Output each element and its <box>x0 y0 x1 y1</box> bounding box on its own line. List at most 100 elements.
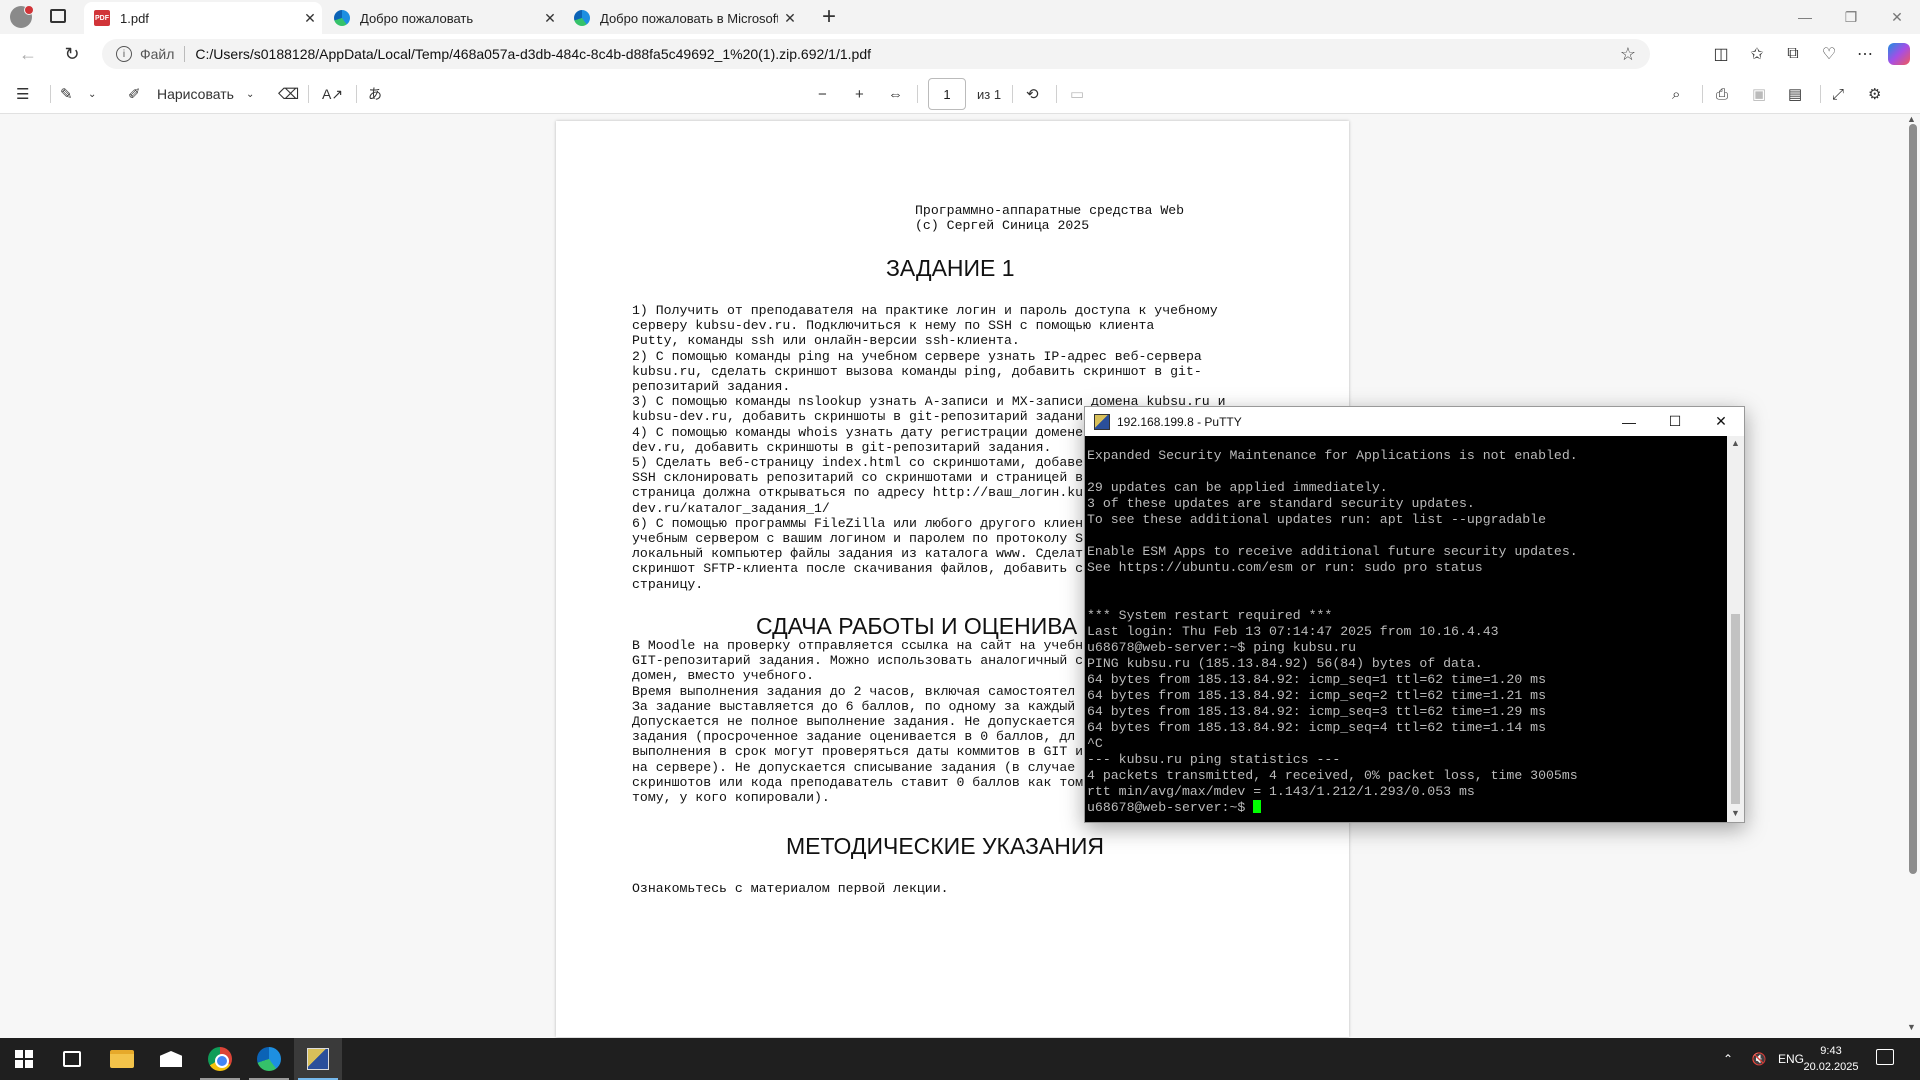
browser-essentials-icon[interactable]: ♡ <box>1816 39 1842 69</box>
scroll-down-icon[interactable]: ▼ <box>1731 808 1740 818</box>
minimize-icon[interactable]: — <box>1782 0 1828 34</box>
terminal-prompt: u68678@web-server:~$ <box>1087 800 1254 815</box>
terminal-line: --- kubsu.ru ping statistics --- <box>1087 752 1341 767</box>
tab-actions-icon[interactable] <box>50 9 66 23</box>
tab-welcome-edge[interactable]: Добро пожаловать в Microsoft E ✕ <box>564 2 802 34</box>
maximize-icon[interactable]: ☐ <box>1652 407 1698 436</box>
doc-text-line: скриншотов или кода преподаватель ставит… <box>632 774 1084 790</box>
doc-text-line: kubsu.ru, сделать скриншот вызова команд… <box>632 363 1202 379</box>
settings-gear-icon[interactable]: ⚙ <box>1868 82 1881 106</box>
doc-text-line: 6) С помощью программы FileZilla или люб… <box>632 515 1084 531</box>
favorite-star-icon[interactable]: ☆ <box>1620 44 1636 65</box>
edge-button[interactable] <box>245 1038 293 1080</box>
file-explorer-button[interactable] <box>98 1038 146 1080</box>
zoom-in-icon[interactable]: + <box>855 82 864 106</box>
doc-text-line: скриншот SFTP-клиента после скачивания ф… <box>632 561 1084 577</box>
scrollbar-thumb[interactable] <box>1731 614 1740 804</box>
terminal-line: rtt min/avg/max/mdev = 1.143/1.212/1.293… <box>1087 784 1475 799</box>
contents-icon[interactable]: ☰ <box>16 82 29 106</box>
eraser-icon[interactable]: ⌫ <box>278 82 299 106</box>
scroll-up-icon[interactable]: ▲ <box>1907 114 1916 124</box>
tab-welcome[interactable]: Добро пожаловать ✕ <box>324 2 562 34</box>
toolbar-divider <box>1820 85 1821 103</box>
start-button[interactable] <box>0 1038 48 1080</box>
split-screen-icon[interactable]: ◫ <box>1708 39 1734 69</box>
copilot-icon[interactable] <box>1888 43 1910 65</box>
terminal-line: 64 bytes from 185.13.84.92: icmp_seq=1 t… <box>1087 672 1546 687</box>
new-tab-button[interactable]: + <box>815 3 843 31</box>
address-bar[interactable]: i Файл C:/Users/s0188128/AppData/Local/T… <box>102 39 1650 69</box>
scroll-down-icon[interactable]: ▼ <box>1907 1022 1916 1032</box>
mail-icon <box>160 1051 182 1067</box>
save-as-icon[interactable]: ▤ <box>1788 82 1802 106</box>
back-icon[interactable]: ← <box>16 42 40 66</box>
putty-window[interactable]: 192.168.199.8 - PuTTY — ☐ ✕ Expanded Sec… <box>1084 406 1745 823</box>
chrome-button[interactable] <box>196 1038 244 1080</box>
terminal-line: Enable ESM Apps to receive additional fu… <box>1087 544 1578 559</box>
fit-width-icon[interactable]: ⇔ <box>888 82 903 106</box>
putty-taskbar-button[interactable] <box>294 1038 342 1080</box>
doc-text-line: выполнения в срок могут проверяться даты… <box>632 744 1084 760</box>
viewer-scrollbar[interactable]: ▲ ▼ <box>1906 114 1918 1036</box>
info-icon[interactable]: i <box>116 46 132 62</box>
tab-close-icon[interactable]: ✕ <box>778 10 802 27</box>
highlight-icon[interactable]: ✎ <box>60 82 73 106</box>
page-number-input[interactable]: 1 <box>928 78 966 110</box>
url-text[interactable]: C:/Users/s0188128/AppData/Local/Temp/468… <box>195 46 871 62</box>
refresh-icon[interactable]: ↻ <box>60 42 84 66</box>
draw-icon[interactable]: ✐ <box>128 82 141 106</box>
tab-close-icon[interactable]: ✕ <box>538 10 562 27</box>
minimize-icon[interactable]: — <box>1606 407 1652 436</box>
terminal-output[interactable]: Expanded Security Maintenance for Applic… <box>1085 436 1727 822</box>
putty-icon <box>1094 413 1110 430</box>
tab-close-icon[interactable]: ✕ <box>298 10 322 27</box>
tab-label: Добро пожаловать в Microsoft E <box>600 10 778 26</box>
restore-icon[interactable]: ❐ <box>1828 0 1874 34</box>
translate-icon[interactable]: あ <box>368 82 382 106</box>
terminal-line: To see these additional updates run: apt… <box>1087 512 1546 527</box>
zoom-out-icon[interactable]: − <box>818 82 827 106</box>
page-view-icon[interactable]: ▭ <box>1070 82 1084 106</box>
chevron-down-icon[interactable]: ⌄ <box>88 82 96 106</box>
toolbar-divider <box>917 85 918 103</box>
favorites-icon[interactable]: ✩ <box>1744 39 1770 69</box>
more-menu-icon[interactable]: ⋯ <box>1852 39 1878 69</box>
fullscreen-icon[interactable]: ⤢ <box>1832 82 1844 106</box>
section-title: СДАЧА РАБОТЫ И ОЦЕНИВА <box>756 613 1078 639</box>
clock[interactable]: 9:43 20.02.2025 <box>1800 1043 1862 1075</box>
doc-text-line: dev.ru/каталог_задания_1/ <box>632 500 830 516</box>
profile-avatar[interactable] <box>10 5 34 28</box>
chevron-down-icon[interactable]: ⌄ <box>246 82 254 106</box>
mail-button[interactable] <box>147 1038 195 1080</box>
draw-button-label[interactable]: Нарисовать <box>157 82 234 106</box>
putty-title-bar[interactable]: 192.168.199.8 - PuTTY — ☐ ✕ <box>1085 407 1744 436</box>
close-icon[interactable]: ✕ <box>1874 0 1920 34</box>
toolbar-divider <box>1056 85 1057 103</box>
doc-text-line: В Moodle на проверку отправляется ссылка… <box>632 638 1084 653</box>
tab-label: Добро пожаловать <box>360 10 474 26</box>
browser-tab-strip: PDF 1.pdf ✕ Добро пожаловать ✕ Добро пож… <box>0 0 1920 34</box>
toolbar-divider <box>356 85 357 103</box>
terminal-scrollbar[interactable]: ▲ ▼ <box>1727 436 1744 822</box>
notification-icon[interactable] <box>1876 1049 1894 1065</box>
search-icon[interactable]: ⌕ <box>1672 82 1680 106</box>
volume-muted-icon[interactable]: 🔇 <box>1744 1052 1774 1066</box>
doc-text-line: SSH склонировать репозитарий со скриншот… <box>632 470 1084 486</box>
collections-icon[interactable]: ⧉ <box>1780 39 1806 69</box>
scrollbar-thumb[interactable] <box>1909 124 1917 874</box>
address-separator <box>184 46 186 62</box>
terminal-line: *** System restart required *** <box>1087 608 1333 623</box>
terminal-prompt-line[interactable]: u68678@web-server:~$ <box>1087 800 1262 816</box>
rotate-icon[interactable]: ⟲ <box>1026 82 1039 106</box>
save-icon[interactable]: ▣ <box>1752 82 1766 106</box>
chevron-up-icon[interactable]: ⌃ <box>1718 1052 1738 1066</box>
scroll-up-icon[interactable]: ▲ <box>1731 438 1740 448</box>
print-icon[interactable]: ⎙ <box>1716 82 1728 106</box>
tab-pdf[interactable]: PDF 1.pdf ✕ <box>84 2 322 34</box>
doc-text-line: kubsu-dev.ru, добавить скриншоты в git-р… <box>632 409 1084 425</box>
terminal-line: Last login: Thu Feb 13 07:14:47 2025 fro… <box>1087 624 1499 639</box>
task-view-button[interactable] <box>48 1038 96 1080</box>
close-icon[interactable]: ✕ <box>1698 407 1744 436</box>
doc-text-line: 2) С помощью команды ping на учебном сер… <box>632 348 1202 364</box>
read-aloud-icon[interactable]: A↗ <box>322 82 343 106</box>
